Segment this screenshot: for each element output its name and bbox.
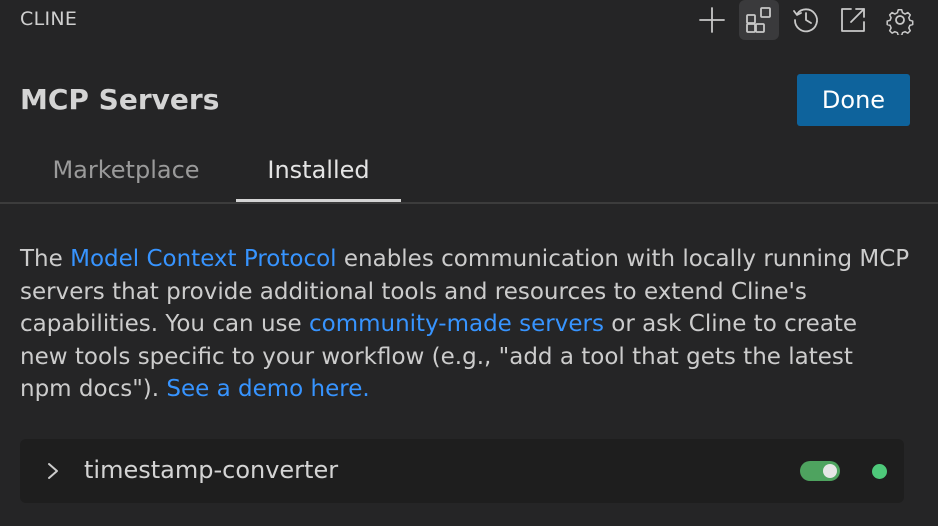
tab-installed[interactable]: Installed	[236, 140, 401, 202]
external-link-icon	[841, 8, 865, 32]
open-in-editor-button[interactable]	[833, 0, 873, 40]
new-task-button[interactable]	[692, 0, 732, 40]
server-enabled-toggle[interactable]	[800, 461, 840, 481]
done-button[interactable]: Done	[797, 74, 910, 126]
expand-chevron[interactable]	[44, 459, 62, 483]
plus-icon	[699, 7, 725, 33]
header-actions	[692, 0, 920, 40]
gear-icon	[886, 8, 914, 35]
server-name: timestamp-converter	[84, 456, 339, 484]
server-status-indicator	[872, 464, 887, 479]
panel-header: CLINE	[0, 0, 938, 40]
server-row[interactable]: timestamp-converter	[20, 439, 904, 503]
tab-bar: Marketplace Installed	[0, 140, 938, 204]
chevron-right-icon	[48, 463, 58, 479]
toggle-knob	[823, 464, 837, 478]
settings-button[interactable]	[880, 0, 920, 40]
mcp-servers-button[interactable]	[739, 0, 779, 40]
history-button[interactable]	[786, 0, 826, 40]
tab-marketplace[interactable]: Marketplace	[20, 140, 232, 200]
mcp-servers-icon	[746, 7, 771, 33]
see-demo-link[interactable]: See a demo here.	[166, 376, 369, 402]
panel-title: CLINE	[20, 8, 78, 30]
history-icon	[793, 8, 818, 33]
model-context-protocol-link[interactable]: Model Context Protocol	[70, 246, 336, 272]
page-title: MCP Servers	[20, 83, 220, 116]
community-servers-link[interactable]: community-made servers	[309, 311, 604, 337]
description-text: The	[20, 246, 71, 272]
mcp-description: The Model Context Protocol enables commu…	[20, 243, 910, 406]
